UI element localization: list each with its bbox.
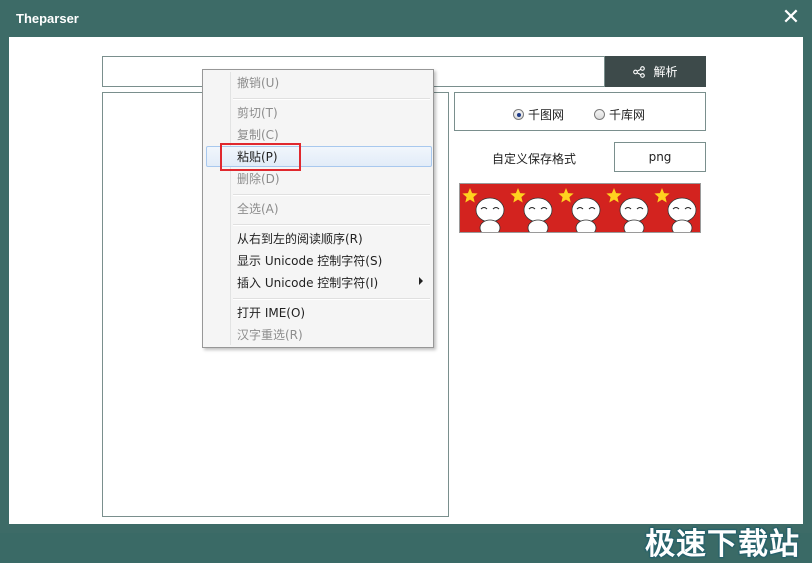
share-icon — [633, 65, 646, 78]
cat-face — [667, 197, 697, 223]
cat-face — [475, 197, 505, 223]
cat-banner-image — [462, 188, 697, 232]
menu-item-copy[interactable]: 复制(C) — [237, 125, 279, 145]
star-icon — [510, 188, 526, 203]
window-title: Theparser — [16, 11, 79, 26]
app-window: Theparser ✕ 解析 千图网 千库网 自定义保存格式 png 极速下载站… — [0, 0, 812, 562]
menu-separator — [233, 194, 430, 196]
cat-body — [479, 219, 501, 232]
cat-face — [571, 197, 601, 223]
highlight-annotation-box — [220, 143, 301, 171]
menu-item-open-ime[interactable]: 打开 IME(O) — [237, 303, 305, 323]
menu-item-rtl[interactable]: 从右到左的阅读顺序(R) — [237, 229, 363, 249]
menu-item-show-unicode[interactable]: 显示 Unicode 控制字符(S) — [237, 251, 382, 271]
cat-body — [527, 219, 549, 232]
radio-qiantu-label: 千图网 — [528, 108, 565, 122]
cat-face — [523, 197, 553, 223]
watermark: 极速下载站 — [645, 527, 800, 562]
menu-item-select-all[interactable]: 全选(A) — [237, 199, 279, 219]
submenu-arrow-icon — [419, 277, 423, 285]
menu-item-insert-unicode[interactable]: 插入 Unicode 控制字符(I) — [237, 273, 378, 293]
menu-separator — [233, 298, 430, 300]
radio-checked-icon — [513, 109, 524, 120]
title-bar[interactable]: Theparser ✕ — [0, 0, 812, 37]
cat-body — [671, 219, 693, 232]
context-menu: 撤销(U) 剪切(T) 复制(C) 粘贴(P) 删除(D) 全选(A) 从右到左… — [202, 69, 434, 348]
parse-button-label: 解析 — [653, 65, 678, 79]
menu-item-reconvert[interactable]: 汉字重选(R) — [237, 325, 303, 345]
menu-item-cut[interactable]: 剪切(T) — [237, 103, 278, 123]
close-icon[interactable]: ✕ — [780, 6, 802, 30]
radio-unchecked-icon — [594, 109, 605, 120]
menu-separator — [233, 98, 430, 100]
menu-item-undo[interactable]: 撤销(U) — [237, 73, 279, 93]
cat-body — [623, 219, 645, 232]
parse-button[interactable]: 解析 — [605, 56, 706, 87]
star-icon — [606, 188, 622, 203]
cat-body — [575, 219, 597, 232]
menu-separator — [233, 224, 430, 226]
star-icon — [462, 188, 478, 203]
radio-qianku[interactable]: 千库网 — [594, 106, 645, 123]
preview-image — [459, 183, 701, 233]
star-icon — [654, 188, 670, 203]
star-icon — [558, 188, 574, 203]
menu-gutter — [230, 72, 231, 345]
radio-qiantu[interactable]: 千图网 — [513, 106, 564, 123]
radio-qianku-label: 千库网 — [609, 108, 646, 122]
format-input[interactable]: png — [614, 142, 706, 172]
menu-item-delete[interactable]: 删除(D) — [237, 169, 280, 189]
cat-face — [619, 197, 649, 223]
source-radio-group: 千图网 千库网 — [454, 92, 706, 131]
format-label: 自定义保存格式 — [492, 152, 577, 166]
